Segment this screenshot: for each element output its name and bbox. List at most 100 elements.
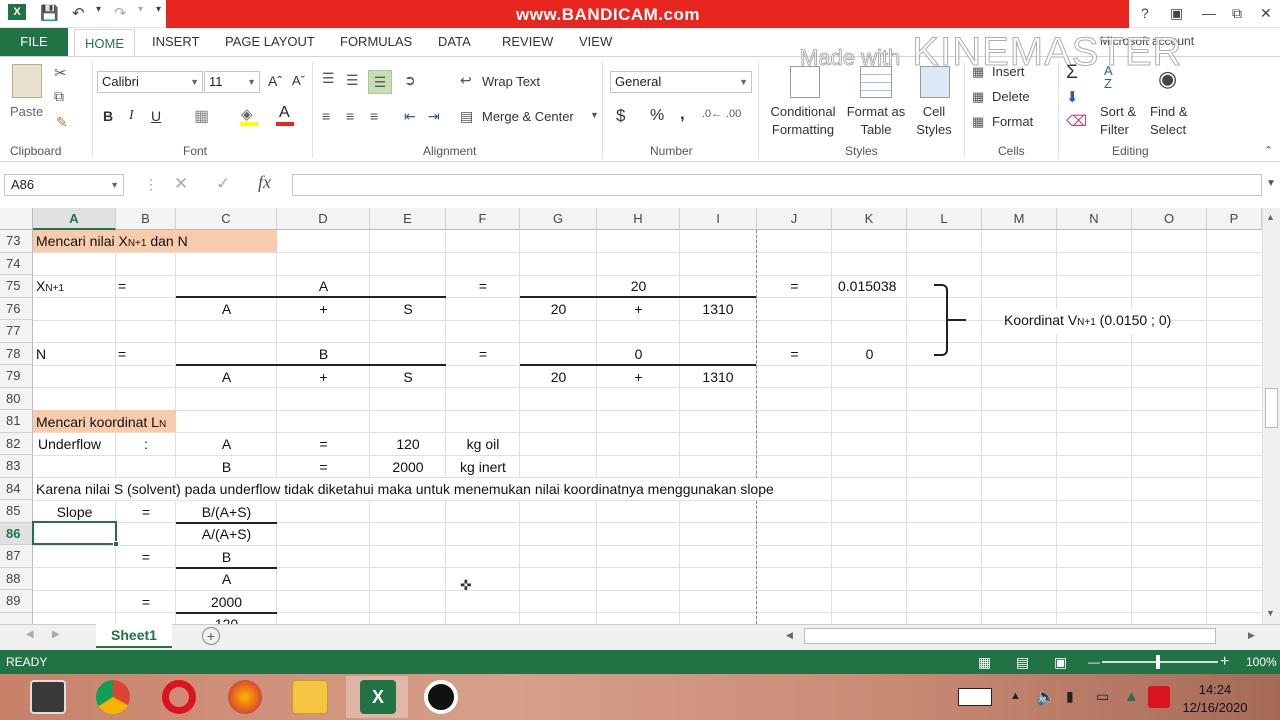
number-format-select[interactable]: General ▼ [610, 71, 752, 93]
fill-icon[interactable]: ⬇ [1066, 88, 1079, 106]
cell-f75[interactable]: = [446, 275, 520, 297]
cell-a73[interactable]: Mencari nilai XN+1 dan N [36, 230, 188, 255]
cell-e83[interactable]: 2000 [370, 456, 446, 478]
cell-c89[interactable]: 2000 [176, 591, 277, 613]
format-cells-button[interactable]: Format [992, 114, 1033, 129]
tab-file[interactable]: FILE [0, 28, 68, 56]
copy-icon[interactable]: ⧉ [54, 88, 64, 105]
volume-icon[interactable]: 🔈 [1036, 687, 1056, 707]
find-select-button[interactable]: Find & Select [1150, 103, 1188, 139]
cut-icon[interactable]: ✂ [54, 64, 67, 82]
zoom-slider-thumb[interactable] [1156, 655, 1160, 669]
name-box[interactable]: A86 ▼ [4, 174, 124, 196]
format-as-table-button[interactable]: Format as Table [844, 103, 908, 139]
italic-button[interactable]: I [129, 108, 134, 124]
scroll-down-icon[interactable]: ▼ [1266, 608, 1275, 618]
cell-c86[interactable]: A/(A+S) [176, 523, 277, 545]
row-header-86[interactable]: 86 [0, 522, 33, 545]
column-header-b[interactable]: B [116, 208, 176, 230]
opera-icon[interactable] [162, 680, 196, 714]
minimize-icon[interactable]: — [1202, 5, 1216, 21]
percent-button[interactable]: % [650, 107, 664, 125]
row-header-76[interactable]: 76 [0, 297, 33, 320]
font-size-select[interactable]: 11 ▼ [204, 71, 260, 93]
next-sheet-icon[interactable]: ▶ [52, 629, 60, 640]
cell-c83[interactable]: B [176, 456, 277, 478]
cell-e82[interactable]: 120 [370, 433, 446, 455]
battery-icon[interactable]: ▭ [1096, 688, 1109, 705]
zoom-in-icon[interactable]: + [1220, 650, 1229, 674]
scroll-up-icon[interactable]: ▲ [1266, 212, 1275, 222]
column-header-o[interactable]: O [1132, 208, 1207, 230]
comma-button[interactable]: , [680, 104, 685, 124]
cell-h76[interactable]: + [597, 298, 680, 320]
cell-b75[interactable]: = [118, 275, 126, 297]
grow-font-icon[interactable]: Aˆ [268, 73, 282, 89]
select-all-corner[interactable] [0, 208, 33, 230]
formula-input[interactable] [292, 174, 1262, 196]
decrease-indent-icon[interactable]: ⇤ [404, 108, 416, 125]
tab-insert[interactable]: INSERT [152, 28, 199, 56]
bold-button[interactable]: B [103, 108, 113, 124]
cell-b82[interactable]: : [116, 433, 176, 455]
chrome-icon[interactable] [96, 680, 130, 714]
align-center-icon[interactable]: ≡ [346, 108, 354, 124]
row-header-79[interactable]: 79 [0, 365, 33, 388]
zoom-level[interactable]: 100% [1246, 650, 1277, 674]
cell-d79[interactable]: + [277, 366, 370, 388]
delete-cells-button[interactable]: Delete [992, 89, 1030, 104]
chevron-down-icon[interactable]: ▼ [590, 110, 599, 120]
vertical-scroll-thumb[interactable] [1265, 388, 1278, 428]
close-icon[interactable]: ✕ [1260, 5, 1272, 22]
font-name-select[interactable]: Calibri ▼ [97, 71, 203, 93]
cell-k78[interactable]: 0 [832, 343, 907, 365]
firefox-icon[interactable] [228, 680, 262, 714]
row-header-73[interactable]: 73 [0, 230, 33, 253]
conditional-formatting-button[interactable]: Conditional Formatting [765, 103, 841, 139]
cancel-entry-icon[interactable]: ✕ [174, 174, 188, 194]
cell-i79[interactable]: 1310 [680, 366, 756, 388]
scroll-right-icon[interactable]: ▶ [1248, 630, 1255, 641]
row-header-85[interactable]: 85 [0, 500, 33, 523]
row-header-77[interactable]: 77 [0, 320, 33, 343]
cell-b89[interactable]: = [116, 591, 176, 613]
column-header-j[interactable]: J [757, 208, 832, 230]
save-icon[interactable]: 💾 [40, 4, 59, 22]
align-left-icon[interactable]: ≡ [322, 108, 330, 124]
expand-formula-bar-icon[interactable]: ▼ [1266, 178, 1276, 189]
cell-e79[interactable]: S [370, 366, 446, 388]
cell-a85[interactable]: Slope [33, 501, 116, 523]
orientation-icon[interactable]: ➲ [404, 72, 416, 89]
normal-view-icon[interactable]: ▦ [978, 650, 991, 674]
help-icon[interactable]: ? [1141, 5, 1149, 21]
keyboard-icon[interactable] [958, 688, 992, 706]
cell-c87[interactable]: B [176, 546, 277, 568]
column-header-g[interactable]: G [520, 208, 597, 230]
add-sheet-icon[interactable]: + [202, 627, 220, 645]
sort-filter-button[interactable]: Sort & Filter [1100, 103, 1136, 139]
insert-function-icon[interactable]: fx [258, 172, 271, 193]
tab-review[interactable]: REVIEW [502, 28, 553, 56]
align-bottom-icon[interactable]: ☰ [368, 70, 392, 94]
format-painter-icon[interactable]: ✎ [56, 114, 68, 131]
cell-c90[interactable]: 120 [176, 613, 277, 624]
cell-c76[interactable]: A [176, 298, 277, 320]
row-header-81[interactable]: 81 [0, 410, 33, 433]
row-header-84[interactable]: 84 [0, 477, 33, 500]
column-header-c[interactable]: C [176, 208, 277, 230]
calendar-app-icon[interactable] [30, 680, 66, 714]
column-header-k[interactable]: K [832, 208, 907, 230]
font-color-icon[interactable]: A [279, 104, 290, 122]
row-header-74[interactable]: 74 [0, 252, 33, 275]
bandicam-record-icon[interactable] [424, 680, 458, 714]
page-break-view-icon[interactable]: ▣ [1054, 650, 1067, 674]
worksheet-grid[interactable]: ABCDEFGHIJKLMNOP 73 74 75 76 77 78 79 80 81 82 83 8… [0, 208, 1262, 624]
column-header-d[interactable]: D [277, 208, 370, 230]
network-icon[interactable]: ▮ [1066, 688, 1074, 705]
file-explorer-icon[interactable] [292, 680, 328, 714]
row-header-83[interactable]: 83 [0, 455, 33, 478]
cell-h79[interactable]: + [597, 366, 680, 388]
horizontal-scroll-thumb[interactable] [804, 628, 1216, 644]
cell-e76[interactable]: S [370, 298, 446, 320]
page-layout-view-icon[interactable]: ▤ [1016, 650, 1029, 674]
